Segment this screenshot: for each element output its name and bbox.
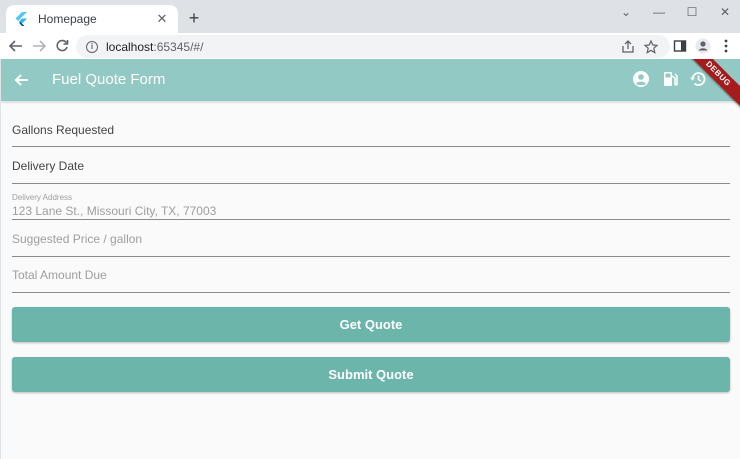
address-bar[interactable]: i localhost:65345/#/	[76, 35, 670, 58]
reload-button[interactable]	[52, 36, 72, 56]
flutter-icon	[14, 12, 28, 26]
submit-quote-button[interactable]: Submit Quote	[12, 357, 730, 392]
arrow-back-icon	[14, 74, 28, 86]
url-path: :65345/#/	[153, 39, 204, 54]
suggested-price-field: Suggested Price / gallon	[12, 227, 730, 257]
get-quote-button[interactable]: Get Quote	[12, 307, 730, 342]
gallons-requested-field[interactable]: Gallons Requested	[12, 117, 730, 147]
window-close-button[interactable]: ✕	[715, 4, 735, 20]
maximize-button[interactable]: ☐	[682, 4, 702, 20]
arrow-left-icon	[9, 40, 22, 52]
side-panel-icon	[673, 40, 687, 52]
minimize-button[interactable]: —	[649, 4, 669, 20]
delivery-date-label: Delivery Date	[12, 159, 85, 173]
back-button[interactable]	[6, 36, 26, 56]
star-icon[interactable]	[642, 38, 660, 56]
tab-close-button[interactable]: ✕	[154, 11, 170, 27]
gallons-requested-label: Gallons Requested	[12, 123, 115, 137]
arrow-right-icon	[33, 40, 46, 52]
suggested-price-label: Suggested Price / gallon	[12, 232, 143, 246]
url-host: localhost	[106, 39, 154, 54]
page-title: Fuel Quote Form	[52, 71, 166, 88]
browser-tab[interactable]: Homepage ✕	[6, 5, 178, 33]
delivery-address-label: Delivery Address	[12, 193, 73, 202]
back-arrow-button[interactable]	[11, 69, 33, 91]
new-tab-button[interactable]: +	[184, 8, 204, 28]
tab-title: Homepage	[38, 12, 97, 26]
share-icon[interactable]	[619, 38, 637, 56]
total-amount-label: Total Amount Due	[12, 268, 107, 282]
profile-button[interactable]	[693, 36, 713, 56]
browser-tab-strip: Homepage ✕ + ⌄ — ☐ ✕	[0, 0, 740, 33]
side-panel-button[interactable]	[670, 36, 690, 56]
delivery-date-field[interactable]: Delivery Date	[12, 154, 730, 184]
profile-icon	[695, 38, 711, 54]
delivery-address-value: 123 Lane St., Missouri City, TX, 77003	[12, 204, 217, 218]
delivery-address-field[interactable]: Delivery Address 123 Lane St., Missouri …	[12, 183, 730, 220]
reload-icon	[56, 39, 69, 52]
history-icon	[690, 72, 706, 86]
fuel-pump-icon	[664, 72, 678, 86]
kebab-menu-icon	[724, 39, 728, 53]
fuel-button[interactable]	[661, 70, 681, 90]
app-bar: Fuel Quote Form DEBUG	[1, 59, 740, 115]
flutter-app: Fuel Quote Form DEBUG Gallons Requested …	[1, 59, 740, 459]
total-amount-field: Total Amount Due	[12, 263, 730, 293]
browser-menu-button[interactable]	[716, 36, 736, 56]
account-circle-icon	[633, 71, 649, 87]
browser-toolbar: i localhost:65345/#/	[0, 33, 740, 59]
tab-search-button[interactable]: ⌄	[616, 4, 636, 20]
site-info-icon[interactable]: i	[86, 40, 98, 53]
history-button[interactable]	[689, 70, 709, 90]
forward-button[interactable]	[29, 36, 49, 56]
account-button[interactable]	[632, 70, 652, 90]
